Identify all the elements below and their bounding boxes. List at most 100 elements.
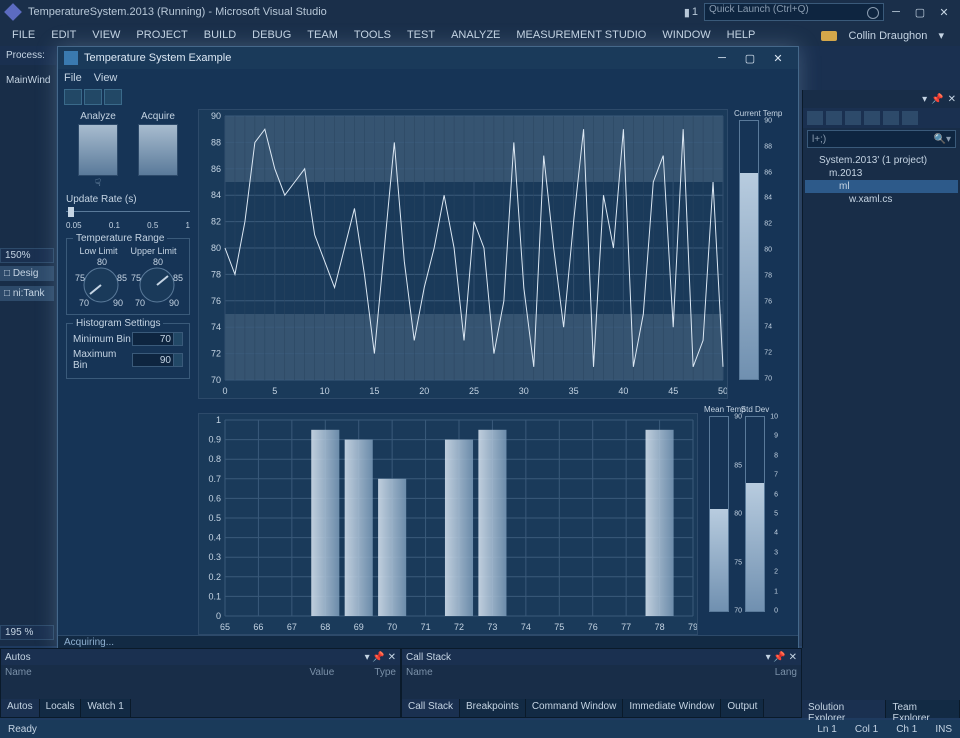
svg-text:75: 75 (131, 273, 141, 283)
project-node[interactable]: m.2013 (805, 167, 958, 180)
se-refresh-icon[interactable] (826, 111, 842, 125)
svg-text:0.5: 0.5 (208, 513, 221, 523)
low-limit-knob[interactable]: 8075857090 (73, 258, 129, 308)
menu-file[interactable]: FILE (4, 26, 43, 44)
panel-pin-icon[interactable]: 📌 (931, 94, 943, 105)
child-maximize-button[interactable]: ▢ (736, 52, 764, 65)
temperature-system-window: Temperature System Example ─ ▢ ✕ File Vi… (57, 46, 799, 654)
tab-locals[interactable]: Locals (40, 699, 82, 717)
menu-edit[interactable]: EDIT (43, 26, 84, 44)
zoom-combo-2[interactable]: 195 % (0, 625, 54, 640)
menu-analyze[interactable]: ANALYZE (443, 26, 508, 44)
menu-team[interactable]: TEAM (299, 26, 346, 44)
svg-text:80: 80 (153, 258, 163, 267)
vs-logo-icon (4, 3, 22, 21)
menu-test[interactable]: TEST (399, 26, 443, 44)
svg-text:80: 80 (211, 243, 221, 253)
slider-ticks: 0.05 0.1 0.5 1 (66, 221, 190, 230)
menu-build[interactable]: BUILD (196, 26, 244, 44)
minimize-button[interactable]: ─ (884, 3, 908, 21)
tab-watch1[interactable]: Watch 1 (81, 699, 130, 717)
child-menu-file[interactable]: File (64, 72, 82, 84)
callstack-title: Call Stack (406, 652, 451, 663)
child-minimize-button[interactable]: ─ (708, 52, 736, 64)
autos-close-icon[interactable]: ✕ (388, 652, 396, 663)
callstack-panel: Call Stack▾ 📌 ✕ Name Lang Call Stack Bre… (401, 648, 802, 718)
panel-dropdown-icon[interactable]: ▾ (922, 94, 927, 105)
max-bin-spinner[interactable] (173, 353, 183, 367)
status-ready: Ready (8, 724, 37, 735)
xaml-cs-node[interactable]: w.xaml.cs (805, 193, 958, 206)
se-home-icon[interactable] (807, 111, 823, 125)
se-props-icon[interactable] (883, 111, 899, 125)
svg-text:78: 78 (211, 269, 221, 279)
min-bin-input[interactable] (132, 332, 174, 346)
tab-output[interactable]: Output (721, 699, 764, 717)
cs-close-icon[interactable]: ✕ (789, 652, 797, 663)
user-account[interactable]: Collin Draughon ▾ (813, 26, 956, 45)
update-rate-slider[interactable] (66, 207, 190, 217)
quick-launch-input[interactable]: Quick Launch (Ctrl+Q) (704, 3, 884, 21)
solexp-search[interactable]: l+;) 🔍▾ (807, 130, 956, 148)
menu-debug[interactable]: DEBUG (244, 26, 299, 44)
menu-project[interactable]: PROJECT (128, 26, 195, 44)
current-temp-label: Current Temp (734, 109, 764, 118)
autos-dropdown-icon[interactable]: ▾ (365, 652, 370, 663)
cs-dropdown-icon[interactable]: ▾ (766, 652, 771, 663)
close-button[interactable]: ✕ (932, 3, 956, 21)
tb-btn-3[interactable] (104, 89, 122, 105)
panel-close-icon[interactable]: ✕ (948, 94, 956, 105)
svg-text:86: 86 (211, 164, 221, 174)
tab-callstack[interactable]: Call Stack (402, 699, 460, 717)
hand-icon: ☟ (78, 178, 118, 188)
svg-text:76: 76 (211, 296, 221, 306)
menu-view[interactable]: VIEW (84, 26, 128, 44)
zoom-combo-1[interactable]: 150% (0, 248, 54, 263)
design-tab[interactable]: □ Desig (0, 266, 54, 281)
tb-btn-2[interactable] (84, 89, 102, 105)
se-collapse-icon[interactable] (845, 111, 861, 125)
tab-solution-explorer[interactable]: Solution Explorer (802, 700, 886, 718)
mean-temp-gauge: Mean Temp 9085807570 (704, 405, 734, 635)
tab-team-explorer[interactable]: Team Explorer (886, 700, 960, 718)
se-preview-icon[interactable] (902, 111, 918, 125)
nitank-tab[interactable]: □ ni:Tank (0, 286, 54, 301)
child-menu-view[interactable]: View (94, 72, 118, 84)
solution-node[interactable]: System.2013' (1 project) (805, 154, 958, 167)
min-bin-spinner[interactable] (173, 332, 183, 346)
autos-panel: Autos▾ 📌 ✕ Name Value Type Autos Locals … (0, 648, 401, 718)
menu-tools[interactable]: TOOLS (346, 26, 399, 44)
autos-pin-icon[interactable]: 📌 (372, 652, 384, 663)
svg-text:75: 75 (75, 273, 85, 283)
window-title: TemperatureSystem.2013 (Running) - Micro… (28, 6, 327, 18)
mainwindow-tab[interactable]: MainWind (0, 71, 56, 90)
max-bin-input[interactable] (132, 353, 174, 367)
menu-window[interactable]: WINDOW (654, 26, 718, 44)
tb-btn-1[interactable] (64, 89, 82, 105)
tab-breakpoints[interactable]: Breakpoints (460, 699, 526, 717)
svg-text:85: 85 (173, 273, 183, 283)
tab-autos[interactable]: Autos (1, 699, 40, 717)
upper-limit-knob[interactable]: 8075857090 (129, 258, 185, 308)
child-titlebar[interactable]: Temperature System Example ─ ▢ ✕ (58, 47, 798, 69)
svg-text:90: 90 (169, 298, 179, 308)
autos-tabs: Autos Locals Watch 1 (1, 699, 400, 717)
notification-flag[interactable]: ▮ 1 (684, 6, 698, 19)
vs-titlebar: TemperatureSystem.2013 (Running) - Micro… (0, 0, 960, 24)
solution-explorer-panel: ▾ 📌 ✕ l+;) 🔍▾ System.2013' (1 project) m… (802, 90, 960, 694)
cs-pin-icon[interactable]: 📌 (773, 652, 785, 663)
acquire-mode-button[interactable]: Acquire (138, 111, 178, 188)
analyze-mode-button[interactable]: Analyze ☟ (78, 111, 118, 188)
tab-immediate-window[interactable]: Immediate Window (623, 699, 721, 717)
tab-command-window[interactable]: Command Window (526, 699, 623, 717)
se-showall-icon[interactable] (864, 111, 880, 125)
svg-text:0.7: 0.7 (208, 474, 221, 484)
svg-text:0: 0 (216, 611, 221, 621)
solution-tree[interactable]: System.2013' (1 project) m.2013 ml w.xam… (803, 150, 960, 210)
restore-button[interactable]: ▢ (908, 3, 932, 21)
menu-measurement-studio[interactable]: MEASUREMENT STUDIO (508, 26, 654, 44)
xaml-node[interactable]: ml (805, 180, 958, 193)
svg-text:65: 65 (220, 622, 230, 632)
menu-help[interactable]: HELP (719, 26, 764, 44)
child-close-button[interactable]: ✕ (764, 52, 792, 65)
